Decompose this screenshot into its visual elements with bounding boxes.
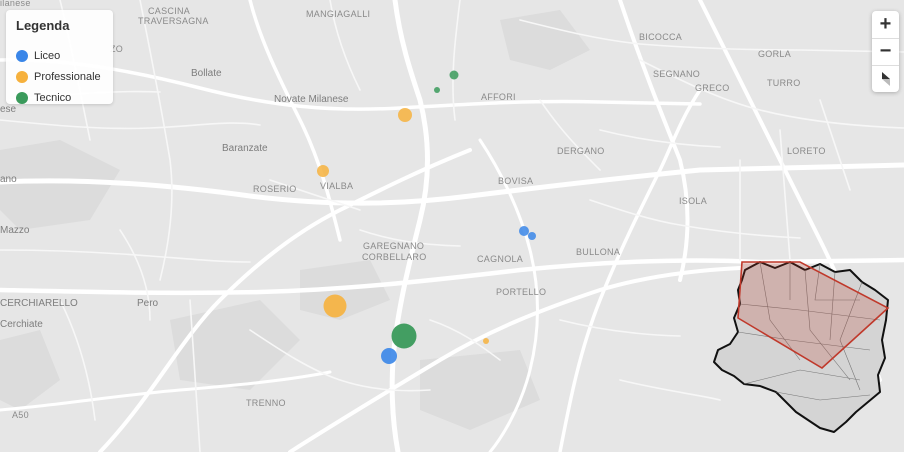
legend-item-professionale: Professionale <box>16 69 101 85</box>
legend-label: Tecnico <box>34 92 72 104</box>
legend-label: Liceo <box>34 50 61 62</box>
zoom-in-button[interactable]: + <box>872 11 899 38</box>
legend-swatch <box>16 50 28 62</box>
school-marker-tecnico[interactable] <box>449 70 459 80</box>
zoom-out-button[interactable]: − <box>872 38 899 65</box>
school-marker-liceo[interactable] <box>381 348 397 364</box>
legend-item-tecnico: Tecnico <box>16 90 71 106</box>
legend-swatch <box>16 92 28 104</box>
north-arrow-icon <box>881 71 890 86</box>
legend-panel: Legenda Liceo Professionale Tecnico <box>6 10 113 104</box>
reset-north-button[interactable] <box>872 65 899 92</box>
school-marker-professionale[interactable] <box>323 294 347 318</box>
legend-label: Professionale <box>34 71 101 83</box>
legend-item-liceo: Liceo <box>16 48 60 64</box>
legend-title: Legenda <box>16 18 70 33</box>
legend-swatch <box>16 71 28 83</box>
school-marker-tecnico[interactable] <box>391 323 417 349</box>
map-controls: + − <box>872 11 899 92</box>
school-marker-liceo[interactable] <box>519 226 529 236</box>
school-marker-tecnico[interactable] <box>434 87 440 93</box>
school-markers-layer <box>317 70 536 364</box>
school-marker-professionale[interactable] <box>317 165 329 177</box>
school-marker-professionale[interactable] <box>483 338 489 344</box>
school-marker-professionale[interactable] <box>398 108 412 122</box>
school-marker-liceo[interactable] <box>528 232 536 240</box>
